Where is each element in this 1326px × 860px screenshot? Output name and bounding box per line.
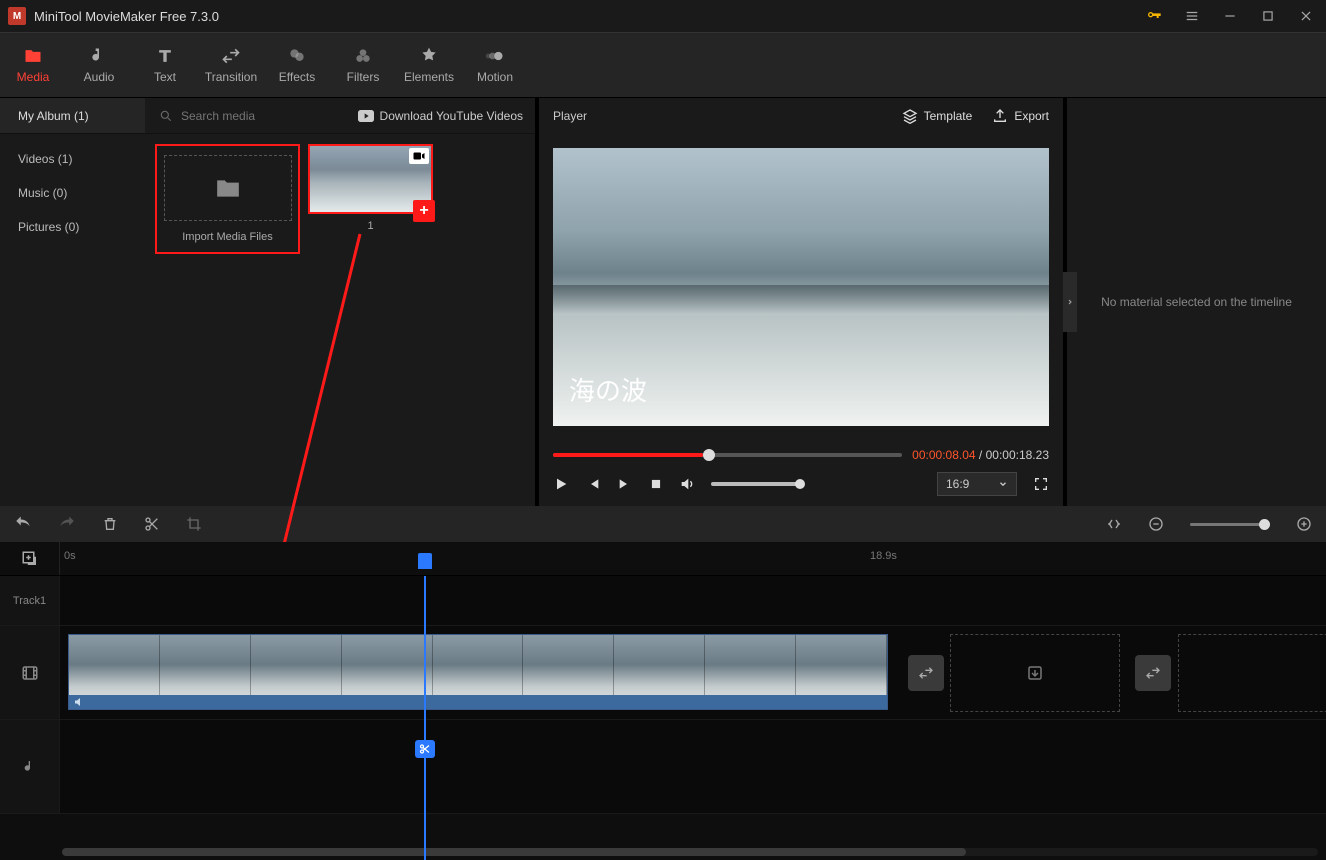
clip-slot-2[interactable]: [1178, 634, 1326, 712]
tab-effects-label: Effects: [279, 70, 315, 84]
undo-button[interactable]: [14, 515, 32, 533]
youtube-icon: [358, 110, 374, 122]
playhead-split-button[interactable]: [415, 740, 435, 758]
transition-slot-2[interactable]: [1135, 655, 1171, 691]
tab-text-label: Text: [154, 70, 176, 84]
folder-icon: [215, 177, 241, 199]
delete-button[interactable]: [102, 516, 118, 532]
thumbnail-label: 1: [367, 220, 373, 232]
play-button[interactable]: [553, 476, 569, 492]
upgrade-key-icon[interactable]: [1142, 4, 1166, 28]
tab-filters-label: Filters: [347, 70, 380, 84]
minimize-button[interactable]: [1218, 4, 1242, 28]
search-input[interactable]: [179, 108, 358, 124]
seek-slider[interactable]: [553, 453, 902, 457]
hamburger-menu-icon[interactable]: [1180, 4, 1204, 28]
tab-media-label: Media: [17, 70, 50, 84]
audio-track-lane[interactable]: [60, 720, 1326, 813]
add-to-timeline-button[interactable]: +: [413, 200, 435, 222]
tab-effects[interactable]: Effects: [264, 33, 330, 97]
preview-canvas: 海の波: [553, 148, 1049, 426]
prev-frame-button[interactable]: [585, 476, 601, 492]
media-thumbnail-1[interactable]: + 1: [308, 144, 433, 232]
close-button[interactable]: [1294, 4, 1318, 28]
crop-button[interactable]: [186, 516, 202, 532]
film-icon: [21, 664, 39, 682]
video-clip[interactable]: [68, 634, 888, 710]
tab-transition-label: Transition: [205, 70, 257, 84]
download-youtube-button[interactable]: Download YouTube Videos: [358, 109, 535, 123]
zoom-in-button[interactable]: [1296, 516, 1312, 532]
next-frame-button[interactable]: [617, 476, 633, 492]
split-button[interactable]: [144, 516, 160, 532]
import-media-button[interactable]: Import Media Files: [155, 144, 300, 254]
app-title: MiniTool MovieMaker Free 7.3.0: [34, 9, 1134, 24]
zoom-out-button[interactable]: [1148, 516, 1164, 532]
expand-properties-button[interactable]: [1063, 272, 1077, 332]
tab-media[interactable]: Media: [0, 33, 66, 97]
aspect-ratio-select[interactable]: 16:9: [937, 472, 1017, 496]
playhead[interactable]: [424, 576, 426, 860]
tab-transition[interactable]: Transition: [198, 33, 264, 97]
video-track-head[interactable]: [0, 626, 60, 719]
tab-elements[interactable]: Elements: [396, 33, 462, 97]
fullscreen-button[interactable]: [1033, 476, 1049, 492]
export-icon: [992, 108, 1008, 124]
music-icon: [22, 759, 38, 775]
tab-audio-label: Audio: [84, 70, 115, 84]
stop-button[interactable]: [649, 477, 663, 491]
volume-button[interactable]: [679, 476, 695, 492]
redo-button[interactable]: [58, 515, 76, 533]
maximize-button[interactable]: [1256, 4, 1280, 28]
app-logo: M: [8, 7, 26, 25]
add-track-button[interactable]: [0, 542, 60, 575]
audio-track-head[interactable]: [0, 720, 60, 813]
tab-motion[interactable]: Motion: [462, 33, 528, 97]
import-label: Import Media Files: [182, 231, 272, 243]
sidebar-item-videos[interactable]: Videos (1): [0, 142, 145, 176]
time-display: 00:00:08.04 / 00:00:18.23: [912, 448, 1049, 462]
player-title: Player: [553, 109, 587, 123]
export-button[interactable]: Export: [992, 108, 1049, 124]
clip-slot-1[interactable]: [950, 634, 1120, 712]
clip-audio-icon: [73, 696, 85, 708]
video-badge-icon: [409, 148, 429, 164]
album-tab[interactable]: My Album (1): [0, 98, 145, 133]
ruler-tick-end: 18.9s: [870, 550, 897, 562]
preview-watermark: 海の波: [569, 371, 647, 408]
tab-motion-label: Motion: [477, 70, 513, 84]
tab-filters[interactable]: Filters: [330, 33, 396, 97]
layers-icon: [902, 108, 918, 124]
sidebar-item-pictures[interactable]: Pictures (0): [0, 210, 145, 244]
timeline-scrollbar[interactable]: [62, 848, 1318, 856]
properties-empty-text: No material selected on the timeline: [1101, 295, 1292, 309]
ruler-tick-start: 0s: [64, 550, 76, 562]
fit-timeline-button[interactable]: [1106, 516, 1122, 532]
volume-slider[interactable]: [711, 482, 801, 486]
transition-slot-1[interactable]: [908, 655, 944, 691]
template-button[interactable]: Template: [902, 108, 973, 124]
tab-text[interactable]: Text: [132, 33, 198, 97]
tab-audio[interactable]: Audio: [66, 33, 132, 97]
video-track-lane[interactable]: [60, 626, 1326, 719]
tab-elements-label: Elements: [404, 70, 454, 84]
track1-label: Track1: [0, 576, 60, 625]
sidebar-item-music[interactable]: Music (0): [0, 176, 145, 210]
track1-lane[interactable]: [60, 576, 1326, 625]
zoom-slider[interactable]: [1190, 523, 1270, 526]
search-icon: [159, 109, 173, 123]
chevron-down-icon: [998, 479, 1008, 489]
